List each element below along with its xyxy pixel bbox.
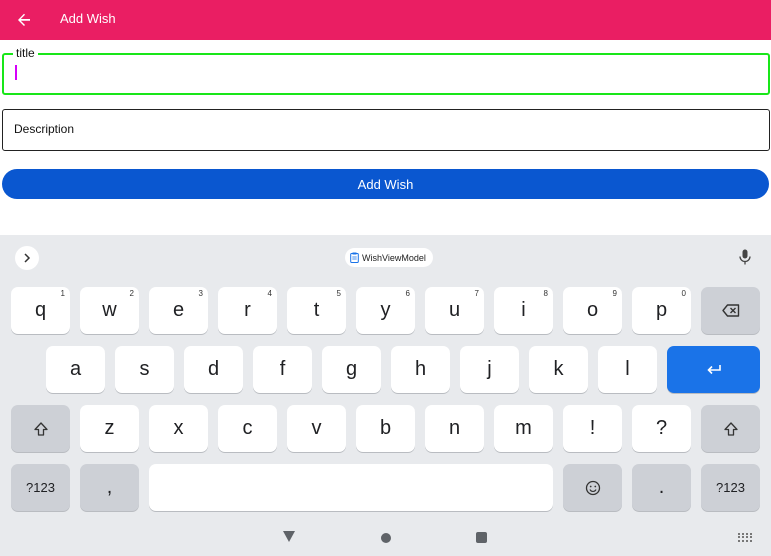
keyboard-switch-icon[interactable] (738, 533, 752, 542)
key-z[interactable]: z (80, 405, 139, 452)
key-k[interactable]: k (529, 346, 588, 393)
symbols-key-left[interactable]: ?123 (11, 464, 70, 511)
app-bar: Add Wish (0, 0, 771, 40)
key-y[interactable]: y6 (356, 287, 415, 334)
enter-key[interactable] (667, 346, 760, 393)
system-navigation-bar (0, 520, 771, 556)
shift-key-right[interactable] (701, 405, 760, 452)
key-i[interactable]: i8 (494, 287, 553, 334)
key-h[interactable]: h (391, 346, 450, 393)
key-b[interactable]: b (356, 405, 415, 452)
key-g[interactable]: g (322, 346, 381, 393)
key-n[interactable]: n (425, 405, 484, 452)
key-o[interactable]: o9 (563, 287, 622, 334)
key-question[interactable]: ? (632, 405, 691, 452)
key-v[interactable]: v (287, 405, 346, 452)
title-field-label: title (13, 46, 38, 60)
shift-icon (723, 421, 738, 436)
key-d[interactable]: d (184, 346, 243, 393)
clipboard-suggestion-chip[interactable]: WishViewModel (345, 248, 433, 267)
key-u[interactable]: u7 (425, 287, 484, 334)
key-c[interactable]: c (218, 405, 277, 452)
add-wish-button[interactable]: Add Wish (2, 169, 769, 199)
key-r[interactable]: r4 (218, 287, 277, 334)
key-p[interactable]: p0 (632, 287, 691, 334)
backspace-icon (721, 304, 739, 317)
nav-back-icon[interactable] (283, 531, 295, 542)
space-key[interactable] (149, 464, 553, 511)
key-exclamation[interactable]: ! (563, 405, 622, 452)
key-t[interactable]: t5 (287, 287, 346, 334)
key-w[interactable]: w2 (80, 287, 139, 334)
key-e[interactable]: e3 (149, 287, 208, 334)
key-l[interactable]: l (598, 346, 657, 393)
shift-icon (33, 421, 48, 436)
microphone-icon[interactable] (736, 247, 754, 267)
suggestion-text: WishViewModel (362, 252, 426, 263)
emoji-icon (585, 480, 600, 495)
key-j[interactable]: j (460, 346, 519, 393)
description-input[interactable] (13, 118, 753, 140)
key-period[interactable]: . (632, 464, 691, 511)
enter-icon (706, 364, 721, 374)
key-a[interactable]: a (46, 346, 105, 393)
key-q[interactable]: q1 (11, 287, 70, 334)
nav-recents-icon[interactable] (476, 532, 487, 543)
key-s[interactable]: s (115, 346, 174, 393)
keyboard-expand-chevron-icon[interactable] (15, 246, 39, 270)
clipboard-icon (350, 252, 359, 263)
emoji-key[interactable] (563, 464, 622, 511)
key-f[interactable]: f (253, 346, 312, 393)
nav-home-icon[interactable] (381, 533, 391, 543)
key-x[interactable]: x (149, 405, 208, 452)
description-field[interactable]: Description (2, 109, 770, 151)
shift-key-left[interactable] (11, 405, 70, 452)
title-field[interactable]: title (2, 46, 770, 95)
key-m[interactable]: m (494, 405, 553, 452)
backspace-key[interactable] (701, 287, 760, 334)
page-title: Add Wish (60, 11, 116, 26)
back-arrow-icon[interactable] (12, 8, 36, 32)
key-comma[interactable]: , (80, 464, 139, 511)
title-input[interactable] (14, 63, 754, 85)
symbols-key-right[interactable]: ?123 (701, 464, 760, 511)
